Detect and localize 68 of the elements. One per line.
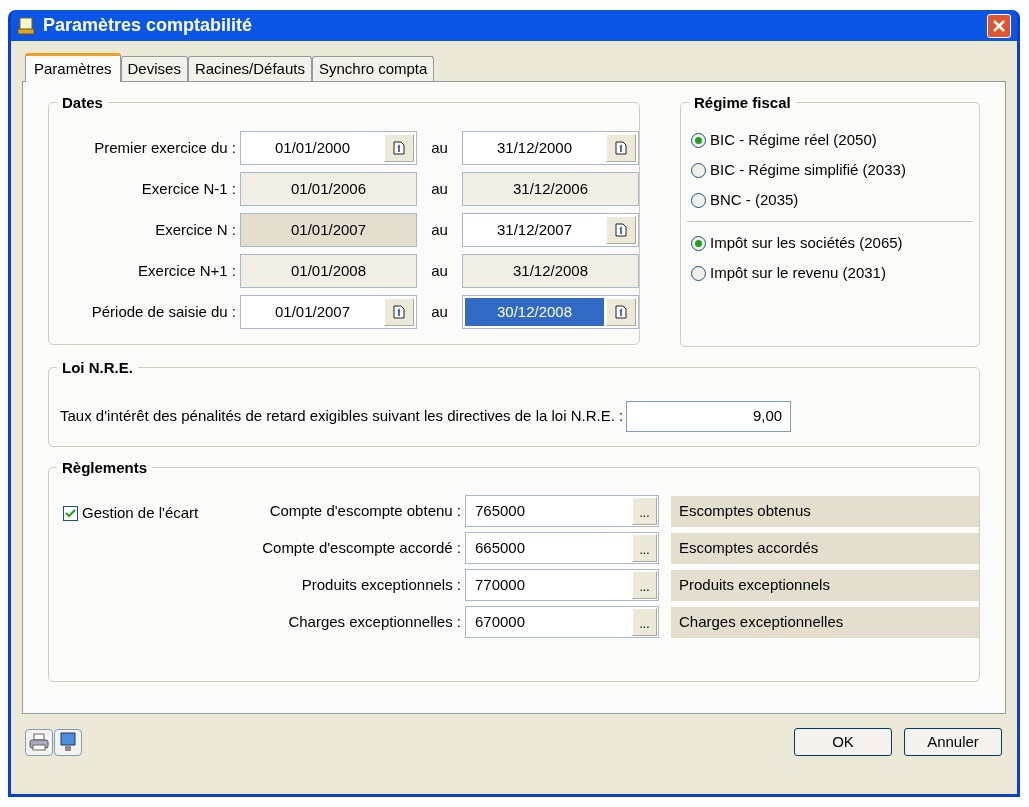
field-label: Premier exercice du : <box>93 137 237 158</box>
rate-field[interactable]: 9,00 <box>626 400 792 432</box>
separator-label: au <box>430 260 449 281</box>
account-description: Produits exceptionnels <box>671 569 979 601</box>
tab[interactable]: Synchro compta <box>311 56 435 81</box>
date-field[interactable]: 01/01/2000 <box>240 131 417 165</box>
field-label: Exercice N+1 : <box>137 260 237 281</box>
browse-button[interactable]: ... <box>632 534 657 562</box>
radio-option[interactable]: BIC - Régime réel (2050) <box>691 128 969 152</box>
separator-label: au <box>430 137 449 158</box>
window-title: Paramètres comptabilité <box>43 14 254 37</box>
field-label: Produits exceptionnels : <box>300 574 462 595</box>
field-label: Exercice N-1 : <box>140 178 237 199</box>
calendar-button[interactable] <box>606 216 636 244</box>
date-field[interactable]: 30/12/2008 <box>462 295 639 329</box>
account-description: Escomptes accordés <box>671 532 979 564</box>
calendar-icon <box>615 141 627 155</box>
account-field[interactable]: 770000 ... <box>465 569 659 601</box>
calendar-button[interactable] <box>606 134 636 162</box>
field-label: Compte d'escompte accordé : <box>261 537 462 558</box>
date-field: 01/01/2006 <box>240 172 417 206</box>
printer-icon <box>29 733 49 751</box>
account-field[interactable]: 665000 ... <box>465 532 659 564</box>
radio-option[interactable]: BNC - (2035) <box>691 188 969 212</box>
radio-option[interactable]: Impôt sur le revenu (2031) <box>691 261 969 285</box>
date-field: 31/12/2008 <box>462 254 639 288</box>
calendar-button[interactable] <box>606 298 636 326</box>
date-field[interactable]: 01/01/2007 <box>240 295 417 329</box>
account-description: Charges exceptionnelles <box>671 606 979 638</box>
monitor-button[interactable] <box>54 728 82 756</box>
tab[interactable]: Paramètres <box>25 53 121 82</box>
tab[interactable]: Devises <box>120 56 188 81</box>
calendar-icon <box>393 305 405 319</box>
calendar-button[interactable] <box>384 298 414 326</box>
account-field[interactable]: 670000 ... <box>465 606 659 638</box>
field-label: Période de saisie du : <box>90 301 237 322</box>
calendar-icon <box>615 223 627 237</box>
separator-label: au <box>430 219 449 240</box>
separator-label: au <box>430 178 449 199</box>
calendar-icon <box>615 305 627 319</box>
date-field: 01/01/2007 <box>240 213 417 247</box>
browse-button[interactable]: ... <box>632 571 657 599</box>
dialog-button[interactable]: OK <box>794 728 892 756</box>
account-description: Escomptes obtenus <box>671 495 979 527</box>
checkbox-option[interactable]: Gestion de l'écart <box>63 502 199 525</box>
dialog-button[interactable]: Annuler <box>904 728 1002 756</box>
separator-label: au <box>430 301 449 322</box>
calendar-button[interactable] <box>384 134 414 162</box>
field-label: Exercice N : <box>154 219 237 240</box>
browse-button[interactable]: ... <box>632 497 657 525</box>
field-label: Charges exceptionnelles : <box>287 611 462 632</box>
close-button[interactable] <box>987 13 1011 38</box>
date-field[interactable]: 31/12/2007 <box>462 213 639 247</box>
date-field: 01/01/2008 <box>240 254 417 288</box>
calendar-icon <box>393 141 405 155</box>
monitor-icon <box>59 732 77 752</box>
browse-button[interactable]: ... <box>632 608 657 636</box>
radio-option[interactable]: BIC - Régime simplifié (2033) <box>691 158 969 182</box>
date-field: 31/12/2006 <box>462 172 639 206</box>
field-label: Compte d'escompte obtenu : <box>268 500 462 521</box>
print-button[interactable] <box>25 728 53 756</box>
account-field[interactable]: 765000 ... <box>465 495 659 527</box>
radio-option[interactable]: Impôt sur les sociétés (2065) <box>691 231 969 255</box>
close-icon <box>993 19 1005 32</box>
date-field[interactable]: 31/12/2000 <box>462 131 639 165</box>
tab[interactable]: Racines/Défauts <box>187 56 312 81</box>
field-label: Taux d'intérêt des pénalités de retard exigibles suivant les directives de la loi N.R.E. : <box>60 405 624 426</box>
window-icon <box>17 16 35 35</box>
